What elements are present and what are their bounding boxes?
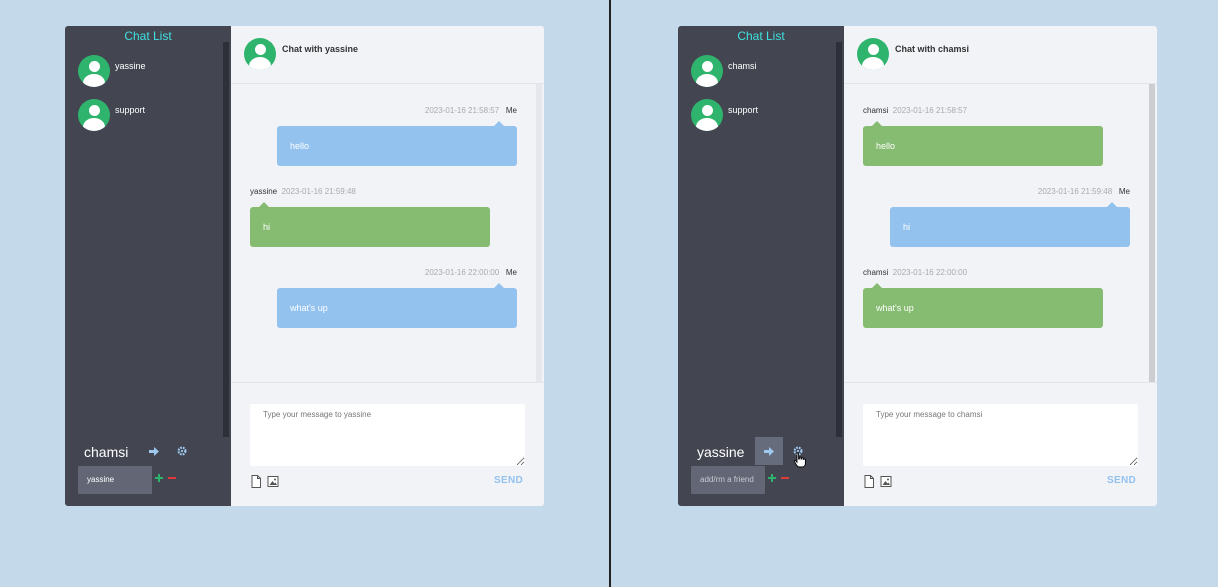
message-list: 2023-01-16 21:58:57 Me hello yassine 202… [231,84,544,382]
image-icon[interactable] [267,475,279,488]
message-input[interactable] [863,404,1138,466]
message-sender: yassine [250,187,278,196]
message-input[interactable] [250,404,525,466]
message-timestamp: 2023-01-16 21:58:57 [892,106,968,115]
sidebar-scrollbar[interactable] [223,42,229,437]
message-meta: 2023-01-16 21:59:48 Me [1038,187,1130,196]
contact-name: support [728,105,759,115]
message-bubble: what's up [277,283,517,328]
message-bubble: what's up [863,283,1103,328]
sign-out-icon [764,446,774,456]
remove-friend-button[interactable] [168,477,176,479]
message-bubble: hello [277,121,517,166]
chat-app-left: Chat List yassine support chamsi yassine… [65,26,544,506]
chat-title: Chat with yassine [282,44,359,54]
chat-header: Chat with chamsi [844,26,1157,84]
logout-button[interactable] [140,437,168,465]
message-meta: chamsi 2023-01-16 21:58:57 [863,106,967,115]
message-meta: chamsi 2023-01-16 22:00:00 [863,268,967,277]
friend-input[interactable]: yassine [78,466,152,494]
contact-name: yassine [115,61,146,71]
chat-list-title: Chat List [737,29,785,43]
chat-panel: Chat with chamsi chamsi 2023-01-16 21:58… [844,26,1157,506]
screen-divider [609,0,611,587]
friend-input[interactable]: add/rm a friend [691,466,765,494]
contact-item-support[interactable]: support [691,99,831,133]
logout-button[interactable] [755,437,783,465]
chat-panel: Chat with yassine 2023-01-16 21:58:57 Me… [231,26,544,506]
current-username: yassine [697,444,745,460]
message-sender: chamsi [863,106,889,115]
message-timestamp: 2023-01-16 21:59:48 [1037,187,1113,196]
hand-cursor-icon [793,452,806,468]
message-timestamp: 2023-01-16 21:59:48 [281,187,356,196]
send-button[interactable]: SEND [494,475,523,486]
message-bubble: hi [250,202,490,247]
message-meta: 2023-01-16 22:00:00 Me [425,268,517,277]
message-bubble: hello [863,121,1103,166]
sign-out-icon [149,446,159,456]
chat-title: Chat with chamsi [895,44,970,54]
message-meta: yassine 2023-01-16 21:59:48 [250,187,356,196]
contact-item-support[interactable]: support [78,99,218,133]
message-sender: chamsi [863,268,889,277]
contact-item-chamsi[interactable]: chamsi [691,55,831,89]
chat-list-title: Chat List [124,29,172,43]
message-bubble: hi [890,202,1130,247]
remove-friend-button[interactable] [781,477,789,479]
user-avatar-icon [244,38,276,70]
contact-item-yassine[interactable]: yassine [78,55,218,89]
image-icon[interactable] [880,475,892,488]
user-avatar-icon [857,38,889,70]
user-avatar-icon [78,99,110,131]
sidebar-scrollbar[interactable] [836,42,842,437]
message-list: chamsi 2023-01-16 21:58:57 hello 2023-01… [844,84,1157,382]
file-icon[interactable] [863,475,875,488]
user-avatar-icon [78,55,110,87]
add-friend-button[interactable] [155,474,163,482]
add-friend-button[interactable] [768,474,776,482]
message-sender: Me [505,268,517,277]
message-meta: 2023-01-16 21:58:57 Me [425,106,517,115]
file-icon[interactable] [250,475,262,488]
message-timestamp: 2023-01-16 22:00:00 [424,268,500,277]
user-avatar-icon [691,55,723,87]
sidebar: Chat List yassine support chamsi yassine [65,26,231,506]
message-timestamp: 2023-01-16 22:00:00 [892,268,968,277]
settings-button[interactable] [168,437,196,465]
user-avatar-icon [691,99,723,131]
send-button[interactable]: SEND [1107,475,1136,486]
message-sender: Me [1118,187,1130,196]
contact-name: support [115,105,146,115]
message-timestamp: 2023-01-16 21:58:57 [424,106,500,115]
chat-header: Chat with yassine [231,26,544,84]
sidebar: Chat List chamsi support yassine add/rm … [678,26,844,506]
current-username: chamsi [84,444,129,460]
chat-app-right: Chat List chamsi support yassine add/rm … [678,26,1157,506]
message-sender: Me [505,106,517,115]
gear-icon [177,446,187,456]
contact-name: chamsi [728,61,757,71]
